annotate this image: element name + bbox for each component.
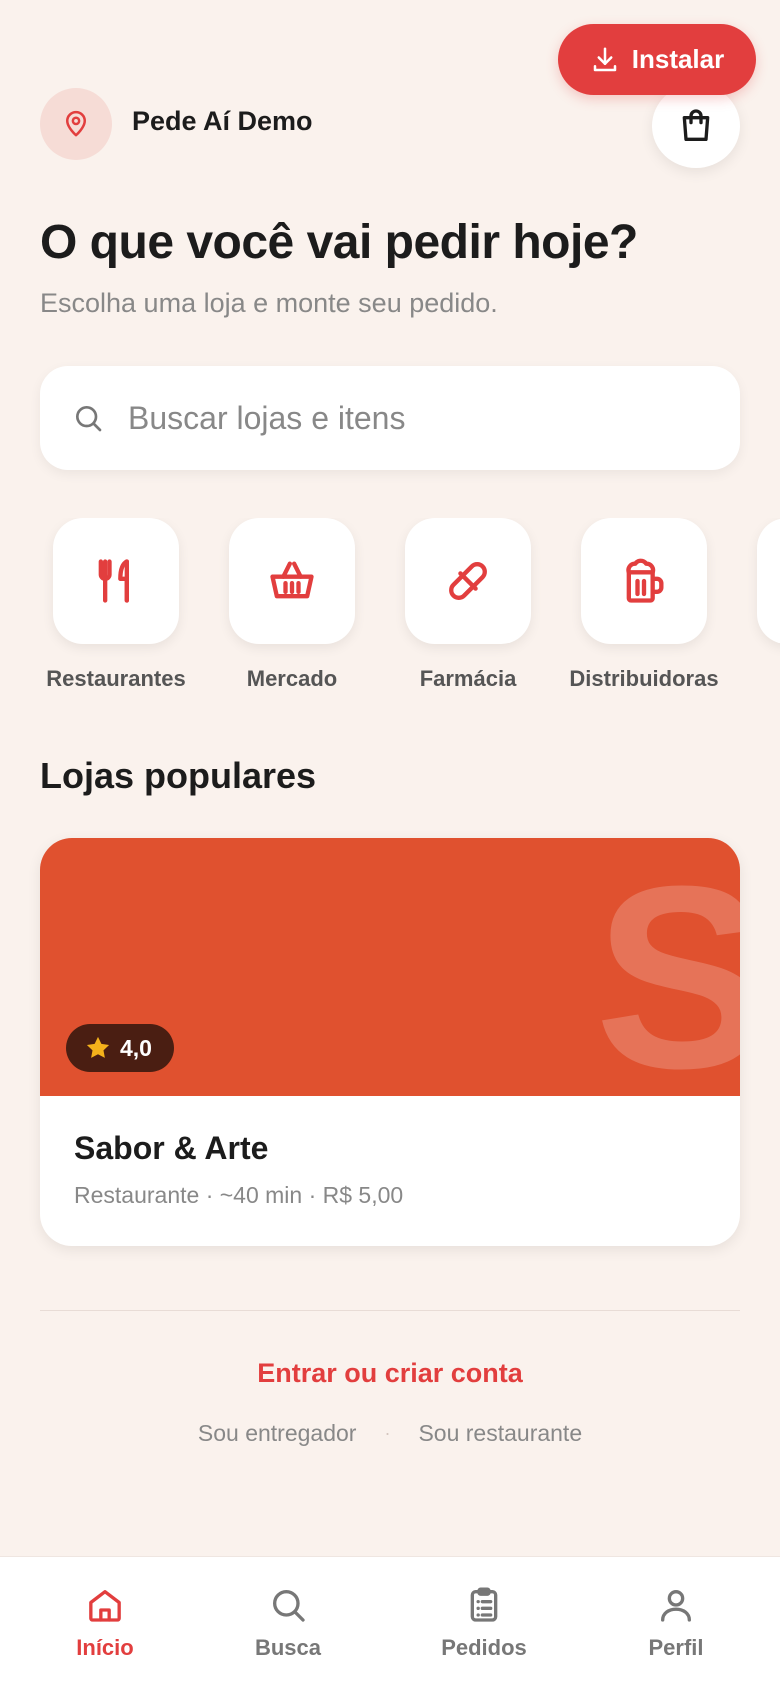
rating-value: 4,0 bbox=[120, 1034, 152, 1061]
category-mercado[interactable]: Mercado bbox=[204, 518, 380, 692]
nav-label: Busca bbox=[254, 1635, 322, 1660]
shopping-bag-icon bbox=[682, 109, 710, 141]
category-tile[interactable] bbox=[229, 518, 355, 644]
category-label: Farmácia bbox=[419, 666, 517, 691]
home-icon bbox=[89, 1590, 121, 1622]
utensils-icon bbox=[98, 559, 129, 603]
divider bbox=[40, 1310, 740, 1311]
install-button-label: Instalar bbox=[631, 44, 725, 74]
courier-link[interactable]: Sou entregador bbox=[198, 1420, 357, 1447]
install-button[interactable]: Instalar bbox=[558, 24, 756, 95]
page-subtitle: Escolha uma loja e monte seu pedido. bbox=[40, 288, 498, 318]
category-distribuidoras[interactable]: Distribuidoras bbox=[556, 518, 732, 692]
star-icon bbox=[86, 1036, 110, 1058]
nav-label: Início bbox=[76, 1635, 134, 1660]
nav-label: Pedidos bbox=[441, 1635, 527, 1660]
category-tile[interactable] bbox=[757, 518, 780, 644]
separator-dot: · bbox=[384, 1423, 391, 1443]
login-link[interactable]: Entrar ou criar conta bbox=[0, 1358, 780, 1389]
nav-item-perfil[interactable]: Perfil bbox=[596, 1585, 756, 1661]
footer-links: Sou entregador · Sou restaurante bbox=[0, 1420, 780, 1447]
popular-stores-title: Lojas populares bbox=[40, 755, 317, 796]
nav-item-pedidos[interactable]: Pedidos bbox=[404, 1585, 564, 1661]
rating-badge: 4,0 bbox=[66, 1024, 174, 1072]
nav-item-busca[interactable]: Busca bbox=[208, 1585, 368, 1661]
category-list: Restaurantes Mercado Farmácia Distribuid… bbox=[0, 518, 780, 698]
restaurant-link[interactable]: Sou restaurante bbox=[418, 1420, 582, 1447]
search-icon bbox=[273, 1590, 305, 1622]
category-label: Restaurantes bbox=[46, 666, 186, 691]
store-initial: S bbox=[594, 838, 740, 1096]
download-icon bbox=[593, 47, 616, 71]
beer-mug-icon bbox=[626, 558, 664, 603]
store-card[interactable]: S 4,0 Sabor & Arte Restaurante · ~40 min… bbox=[40, 838, 740, 1246]
store-name: Sabor & Arte bbox=[74, 1130, 269, 1166]
category-tile[interactable] bbox=[53, 518, 179, 644]
category-label: Distribuidoras bbox=[569, 666, 719, 691]
basket-icon bbox=[270, 561, 314, 599]
search-icon bbox=[76, 406, 102, 432]
location-button[interactable] bbox=[40, 88, 112, 160]
nav-label: Perfil bbox=[648, 1635, 704, 1660]
clipboard-list-icon bbox=[470, 1587, 498, 1622]
brand-name: Pede Aí Demo bbox=[132, 106, 313, 136]
store-meta: Restaurante · ~40 min · R$ 5,00 bbox=[74, 1182, 404, 1208]
category-restaurantes[interactable]: Restaurantes bbox=[28, 518, 204, 692]
category-tile[interactable] bbox=[581, 518, 707, 644]
pill-icon bbox=[449, 562, 487, 600]
map-pin-icon bbox=[66, 110, 86, 137]
category-farmacia[interactable]: Farmácia bbox=[380, 518, 556, 692]
category-label: Mercado bbox=[246, 666, 338, 691]
search-bar[interactable] bbox=[40, 366, 740, 470]
nav-item-inicio[interactable]: Início bbox=[25, 1585, 185, 1661]
bottom-nav: Início Busca Pedidos Perfil bbox=[0, 1556, 780, 1688]
user-icon bbox=[661, 1590, 691, 1622]
store-banner: S 4,0 bbox=[40, 838, 740, 1096]
cart-button[interactable] bbox=[652, 84, 740, 168]
category-tile[interactable] bbox=[405, 518, 531, 644]
category-more[interactable] bbox=[732, 518, 780, 644]
page-title: O que você vai pedir hoje? bbox=[40, 216, 638, 269]
search-input[interactable] bbox=[128, 399, 688, 437]
